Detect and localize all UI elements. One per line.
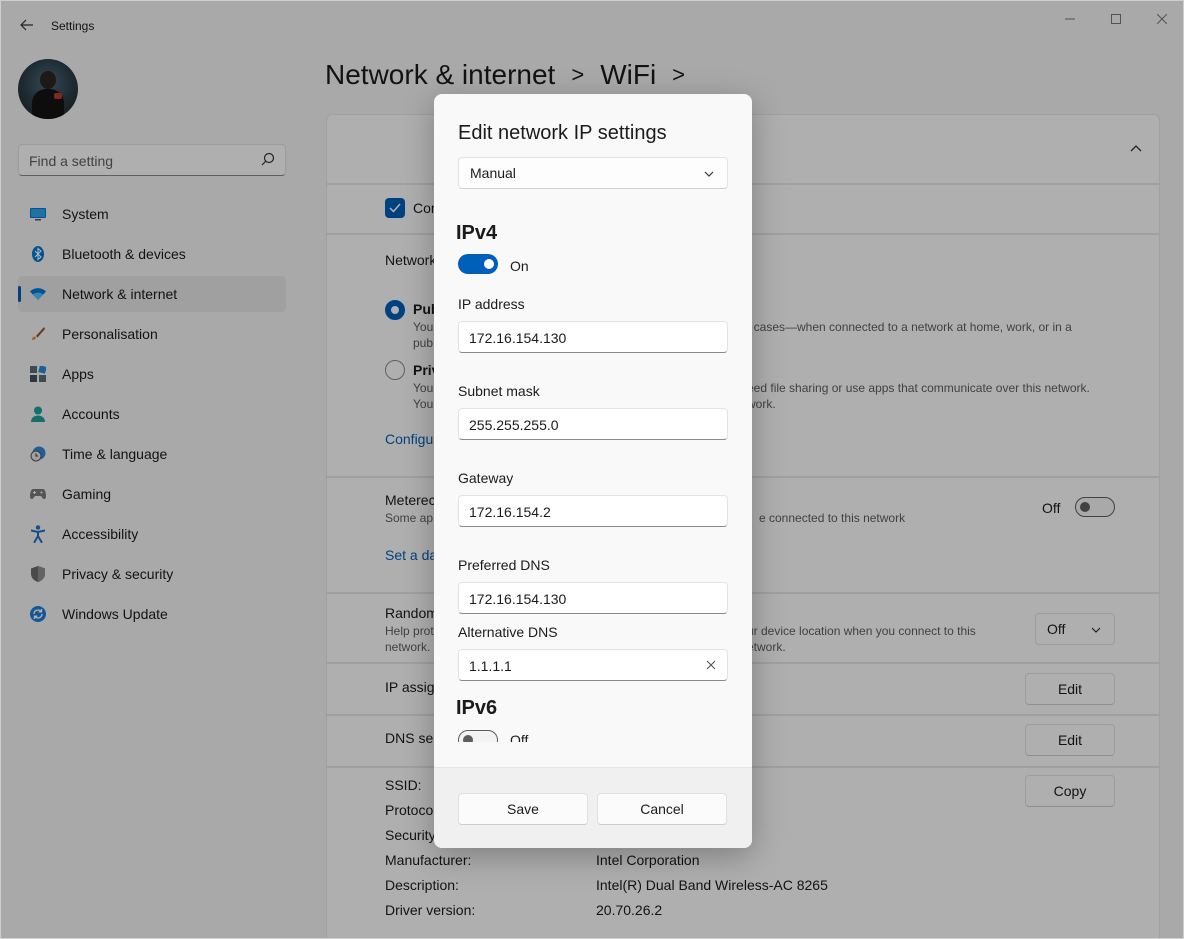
ip-mode-value: Manual bbox=[470, 165, 516, 181]
alternative-dns-field[interactable] bbox=[458, 649, 728, 681]
ip-address-input[interactable] bbox=[469, 329, 689, 347]
chevron-down-icon bbox=[704, 171, 714, 177]
save-button[interactable]: Save bbox=[458, 793, 588, 825]
subnet-mask-input[interactable] bbox=[469, 416, 689, 434]
preferred-dns-field[interactable] bbox=[458, 582, 728, 614]
subnet-mask-field[interactable] bbox=[458, 408, 728, 440]
cancel-button[interactable]: Cancel bbox=[597, 793, 727, 825]
subnet-mask-label: Subnet mask bbox=[458, 383, 540, 399]
gateway-label: Gateway bbox=[458, 470, 514, 486]
clear-icon[interactable] bbox=[705, 659, 717, 671]
alternative-dns-label: Alternative DNS bbox=[458, 624, 558, 640]
gateway-input[interactable] bbox=[469, 503, 689, 521]
ip-address-label: IP address bbox=[458, 296, 525, 312]
ip-mode-select[interactable]: Manual bbox=[458, 157, 728, 189]
ipv6-toggle[interactable] bbox=[458, 730, 498, 742]
ipv6-heading: IPv6 bbox=[456, 697, 498, 719]
preferred-dns-label: Preferred DNS bbox=[458, 557, 550, 573]
ip-address-field[interactable] bbox=[458, 321, 728, 353]
ipv4-toggle[interactable] bbox=[458, 254, 498, 274]
ipv6-toggle-state: Off bbox=[510, 732, 529, 742]
ipv4-toggle-state: On bbox=[510, 258, 529, 274]
settings-window: Settings System Bluetooth & devices Netw… bbox=[0, 0, 1184, 939]
edit-ip-dialog: Edit network IP settings Manual IPv4 On … bbox=[434, 94, 752, 848]
ipv4-heading: IPv4 bbox=[456, 222, 498, 244]
dialog-footer: Save Cancel bbox=[434, 767, 752, 848]
preferred-dns-input[interactable] bbox=[469, 590, 689, 608]
ipv6-toggle-row: Off bbox=[434, 724, 752, 742]
gateway-field[interactable] bbox=[458, 495, 728, 527]
dialog-title: Edit network IP settings bbox=[458, 122, 667, 144]
alternative-dns-input[interactable] bbox=[469, 657, 689, 675]
